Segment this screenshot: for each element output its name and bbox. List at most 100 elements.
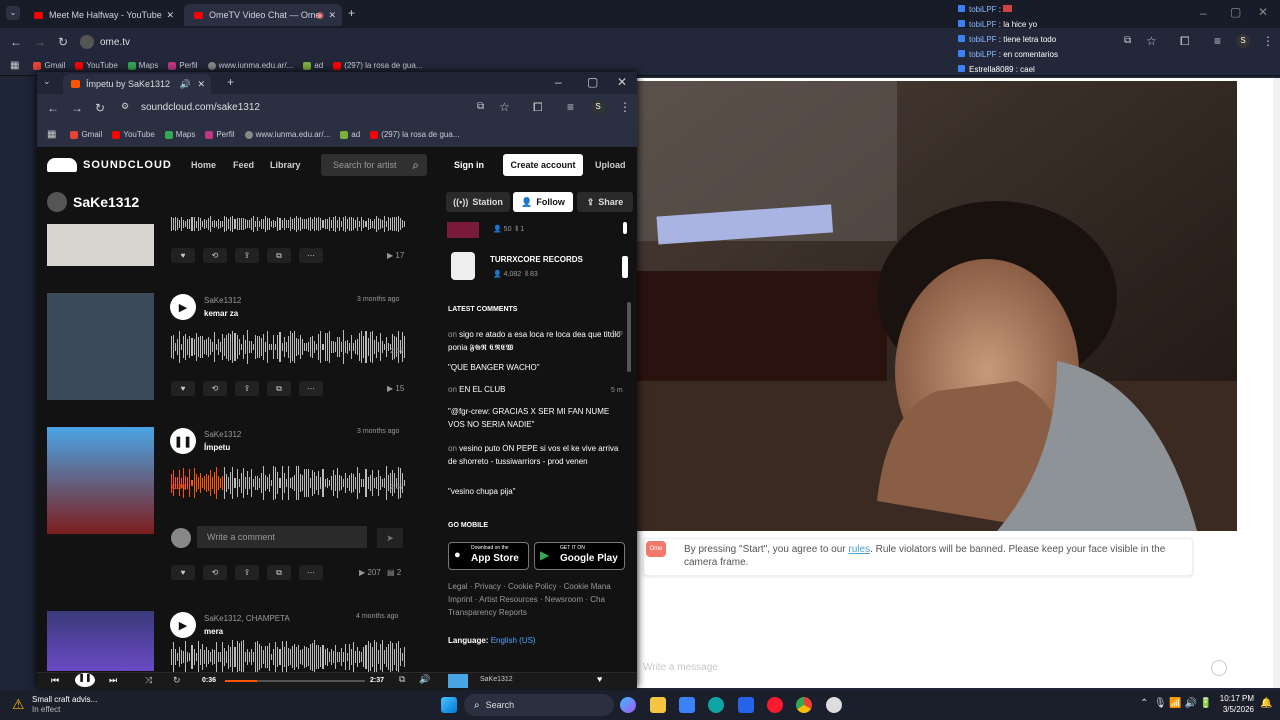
like-button[interactable]: ♥	[171, 565, 195, 580]
play-button[interactable]: ▶	[170, 612, 196, 638]
emoji-icon[interactable]	[1211, 660, 1227, 676]
taskbar-search[interactable]: ⌕ Search	[464, 694, 614, 716]
menu-icon[interactable]: ⋮	[619, 100, 631, 114]
waveform[interactable]	[171, 466, 406, 500]
store-icon[interactable]	[679, 697, 695, 713]
bookmark-ad[interactable]: ad	[340, 130, 360, 139]
bookmark-perfil[interactable]: Perfil	[168, 61, 198, 70]
obs-icon[interactable]	[826, 697, 842, 713]
site-info-icon[interactable]: ⚙	[121, 101, 129, 112]
scrollbar[interactable]	[1273, 78, 1280, 688]
waveform[interactable]	[171, 214, 406, 234]
forward-icon[interactable]: →	[71, 101, 83, 115]
file-explorer-icon[interactable]	[650, 697, 666, 713]
comment-item[interactable]: on sigo re atado a esa loca re loca dea …	[448, 328, 623, 354]
now-playing-artwork[interactable]	[448, 674, 468, 688]
star-icon[interactable]: ☆	[499, 100, 510, 114]
sign-in-button[interactable]: Sign in	[454, 160, 484, 170]
send-icon[interactable]: ➤	[377, 528, 403, 548]
previous-icon[interactable]: ⏮	[51, 675, 59, 686]
more-button[interactable]: ⋯	[299, 381, 323, 396]
google-play-badge[interactable]: ▶ GET IT ON Google Play	[534, 542, 625, 570]
footer-links[interactable]: Legal · Privacy · Cookie Policy · Cookie…	[448, 580, 630, 619]
track-artist[interactable]: SaKe1312	[204, 430, 241, 439]
app-store-badge[interactable]: ● Download on the App Store	[448, 542, 529, 570]
like-icon[interactable]: ♥	[597, 674, 602, 684]
next-icon[interactable]: ⏭	[109, 675, 117, 686]
clock[interactable]: 10:17 PM 3/5/2026	[1218, 694, 1254, 714]
copy-link-button[interactable]: ⧉	[267, 248, 291, 263]
avatar[interactable]	[47, 192, 67, 212]
player-progress[interactable]	[225, 680, 365, 682]
like-button[interactable]: ♥	[171, 381, 195, 396]
minimize-icon[interactable]: –	[1200, 6, 1207, 20]
waveform[interactable]	[171, 640, 406, 674]
cast-icon[interactable]: ⧉	[477, 101, 484, 112]
station-button[interactable]: ((•)) Station	[446, 192, 510, 212]
extensions-icon[interactable]: ⧠	[1180, 34, 1190, 49]
tab-list-button[interactable]: ⌄	[6, 6, 20, 20]
copilot-icon[interactable]	[620, 697, 636, 713]
tab-ometv[interactable]: OmeTV Video Chat — Ome ◉ ✕	[184, 4, 342, 26]
track-artist[interactable]: SaKe1312	[204, 296, 241, 305]
nav-feed[interactable]: Feed	[233, 160, 254, 170]
volume-icon[interactable]: 🔊	[419, 674, 430, 685]
nav-home[interactable]: Home	[191, 160, 216, 170]
apps-icon[interactable]: ▦	[10, 60, 19, 71]
follow-artist-button[interactable]	[622, 256, 628, 278]
more-button[interactable]: ⋯	[299, 248, 323, 263]
back-icon[interactable]: ←	[47, 101, 59, 115]
track-artwork[interactable]	[47, 611, 154, 671]
chrome-icon[interactable]	[796, 697, 812, 713]
bookmark-perfil[interactable]: Perfil	[205, 130, 235, 139]
reload-icon[interactable]: ↻	[95, 101, 105, 115]
nav-library[interactable]: Library	[270, 160, 301, 170]
track-title[interactable]: kemar za	[204, 309, 238, 318]
media-icon[interactable]: ≡	[567, 100, 574, 114]
maximize-icon[interactable]: ▢	[587, 75, 598, 89]
media-icon[interactable]: ≡	[1214, 34, 1221, 48]
tab-list-button[interactable]: ⌄	[43, 76, 51, 87]
bookmark-rosa[interactable]: (297) la rosa de gua...	[370, 130, 459, 139]
like-button[interactable]: ♥	[171, 248, 195, 263]
close-window-icon[interactable]: ✕	[1258, 5, 1268, 19]
bookmark-iunma[interactable]: www.iunma.edu.ar/...	[244, 130, 330, 139]
menu-icon[interactable]: ⋮	[1262, 34, 1274, 48]
bookmark-ad[interactable]: ad	[303, 61, 323, 70]
scrollbar[interactable]	[627, 302, 631, 372]
track-artwork[interactable]	[47, 293, 154, 400]
artist-avatar[interactable]	[451, 252, 475, 280]
pause-icon[interactable]: ❚❚	[75, 673, 95, 687]
share-button[interactable]: ⇪ Share	[577, 192, 633, 212]
comment-item[interactable]: on EN EL CLUB	[448, 385, 506, 394]
search-input[interactable]: Search for artist ⌕	[321, 154, 427, 176]
avatar[interactable]: S	[1236, 34, 1250, 48]
language-selector[interactable]: Language: English (US)	[448, 636, 536, 645]
repost-button[interactable]: ⟲	[203, 381, 227, 396]
repost-button[interactable]: ⟲	[203, 565, 227, 580]
share-button[interactable]: ⇪	[235, 248, 259, 263]
bookmark-gmail[interactable]: Gmail	[33, 61, 65, 70]
bookmark-iunma[interactable]: www.iunma.edu.ar/...	[207, 61, 293, 70]
close-icon[interactable]: ✕	[328, 10, 336, 21]
now-playing-artist[interactable]: SaKe1312	[480, 676, 513, 683]
play-button[interactable]: ▶	[170, 294, 196, 320]
pip-icon[interactable]: ⧉	[399, 674, 405, 685]
pause-button[interactable]: ❚❚	[170, 428, 196, 454]
waveform[interactable]	[171, 330, 406, 364]
edge-icon[interactable]	[708, 697, 724, 713]
tab-youtube[interactable]: Meet Me Halfway - YouTube ✕	[24, 4, 180, 26]
new-tab-button[interactable]: +	[348, 6, 355, 20]
message-input[interactable]: Write a message	[643, 662, 1203, 673]
track-artwork[interactable]	[47, 427, 154, 534]
mail-icon[interactable]	[738, 697, 754, 713]
soundcloud-logo[interactable]: SOUNDCLOUD	[47, 158, 172, 172]
close-window-icon[interactable]: ✕	[617, 75, 627, 89]
comment-item[interactable]: on vesino puto ON PEPE si vos el ke vive…	[448, 442, 623, 468]
bookmark-youtube[interactable]: YouTube	[112, 130, 155, 139]
create-account-button[interactable]: Create account	[503, 154, 583, 176]
tab-soundcloud[interactable]: Ímpetu by SaKe1312 🔊 ✕	[63, 74, 211, 94]
apps-icon[interactable]: ▦	[47, 129, 56, 140]
bookmark-maps[interactable]: Maps	[127, 61, 158, 70]
bookmark-maps[interactable]: Maps	[164, 130, 195, 139]
